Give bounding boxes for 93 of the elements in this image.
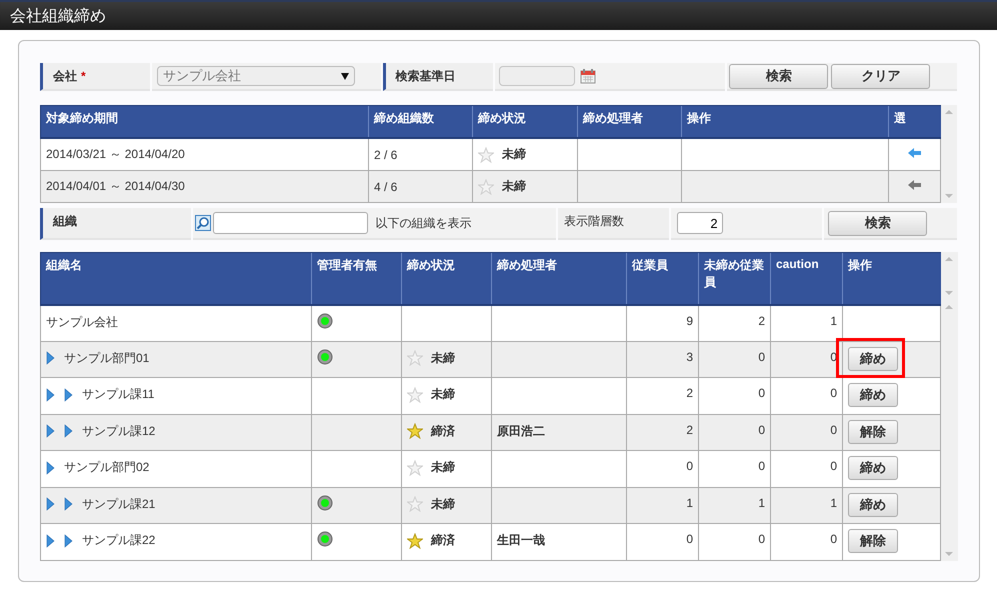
company-dropdown[interactable]: サンプル会社 [156,66,355,86]
row-action-button[interactable]: 締め [848,456,898,480]
table-cell: 0 [698,450,770,488]
scrollbar[interactable] [941,300,958,561]
organization-name: サンプル課22 [82,532,156,550]
organization-name: サンプル部門01 [64,350,150,367]
column-header: 操作 [682,106,888,138]
status-text: 未締 [431,496,455,513]
table-cell: 生田一哉 [497,533,545,548]
table-cell: 1 [770,487,842,524]
organization-name: サンプル会社 [46,314,118,331]
column-header: 締め状況 [472,106,578,138]
depth-field[interactable]: 2 [676,212,723,234]
table-cell: 2 [698,304,770,342]
table-cell: 3 [626,341,698,378]
table-cell: 0 [770,378,842,414]
column-header: 管理者有無 [312,252,402,305]
field-hint: 以下の組織を表示 [376,214,472,232]
table-cell: 0 [626,450,698,488]
column-header: 組織名 [40,252,312,305]
status-text: 締済 [431,422,455,440]
table-cell: 4 / 6 [368,170,472,202]
column-header: 操作 [842,252,940,305]
search-form-button[interactable]: クリア [831,64,930,88]
row-action-button[interactable]: 解除 [848,529,898,554]
table-cell: 1 [698,487,770,524]
row-action-button[interactable]: 解除 [848,420,898,444]
table-cell: 2 / 6 [368,138,472,171]
search-icon[interactable] [194,215,211,231]
table-cell: 0 [698,524,770,560]
column-header: caution [770,252,842,305]
table-cell: 2 [626,378,698,414]
field-label: 組織 [40,208,191,240]
search-button[interactable]: 検索 [828,210,928,236]
organization-name: サンプル課12 [82,422,156,440]
status-text: 締済 [431,532,455,550]
field-label: 検索基準日 [382,63,493,91]
search-form-button[interactable]: 検索 [729,64,828,88]
table-cell: 0 [698,378,770,414]
status-text: 未締 [502,178,526,196]
expand-arrow-icon[interactable] [64,424,73,438]
expand-arrow-icon[interactable] [64,534,73,548]
table-cell: 0 [626,524,698,560]
row-action-button[interactable]: 締め [848,383,898,408]
table-cell: 2 [626,414,698,451]
expand-arrow-icon[interactable] [46,351,55,366]
table-cell: 0 [770,450,842,488]
organization-name: サンプル課21 [82,496,156,513]
expand-arrow-icon[interactable] [46,460,55,475]
organization-field[interactable] [212,212,368,234]
status-text: 未締 [431,350,455,367]
date-field[interactable] [498,66,575,86]
expand-arrow-icon[interactable] [64,497,73,512]
table-cell: 0 [770,414,842,451]
column-header: 締め処理者 [492,252,626,305]
table-cell: 0 [698,414,770,451]
column-header: 対象締め期間 [40,106,368,138]
row-action-button[interactable]: 締め [848,346,898,371]
status-text: 未締 [431,459,455,476]
select-arrow-icon[interactable] [907,147,922,160]
field-label: 会社 [53,69,77,83]
organization-name: サンプル課11 [82,386,154,404]
expand-arrow-icon[interactable] [46,424,55,438]
scrollbar[interactable] [941,252,958,300]
table-cell: 1 [626,487,698,524]
column-header: 未締め従業員 [698,252,770,305]
table-cell: 2014/04/01 ～ 2014/04/30 [40,170,368,202]
required-mark: * [81,69,86,83]
status-text: 未締 [431,386,455,404]
column-header: 締め処理者 [578,106,682,138]
table-cell: 0 [770,524,842,560]
column-header: 従業員 [626,252,698,305]
table-cell: 原田浩二 [497,424,545,438]
column-header: 締め組織数 [368,106,472,138]
column-header: 締め状況 [402,252,492,305]
select-arrow-icon[interactable] [907,179,922,192]
calendar-icon[interactable] [580,68,596,84]
status-text: 未締 [502,146,526,164]
table-cell: 0 [698,341,770,378]
table-cell: 9 [626,304,698,342]
expand-arrow-icon[interactable] [46,388,55,402]
window-title: 会社組織締め [9,6,107,27]
table-cell: 1 [770,304,842,342]
expand-arrow-icon[interactable] [46,497,55,512]
expand-arrow-icon[interactable] [46,534,55,548]
table-cell: 2014/03/21 ～ 2014/04/20 [40,138,368,171]
scrollbar[interactable] [941,105,957,203]
row-action-button[interactable]: 締め [848,492,898,517]
organization-name: サンプル部門02 [64,459,150,476]
expand-arrow-icon[interactable] [64,388,73,402]
column-header: 選 [888,106,940,138]
caret-icon [340,72,349,80]
field-label: 表示階層数 [558,208,669,240]
